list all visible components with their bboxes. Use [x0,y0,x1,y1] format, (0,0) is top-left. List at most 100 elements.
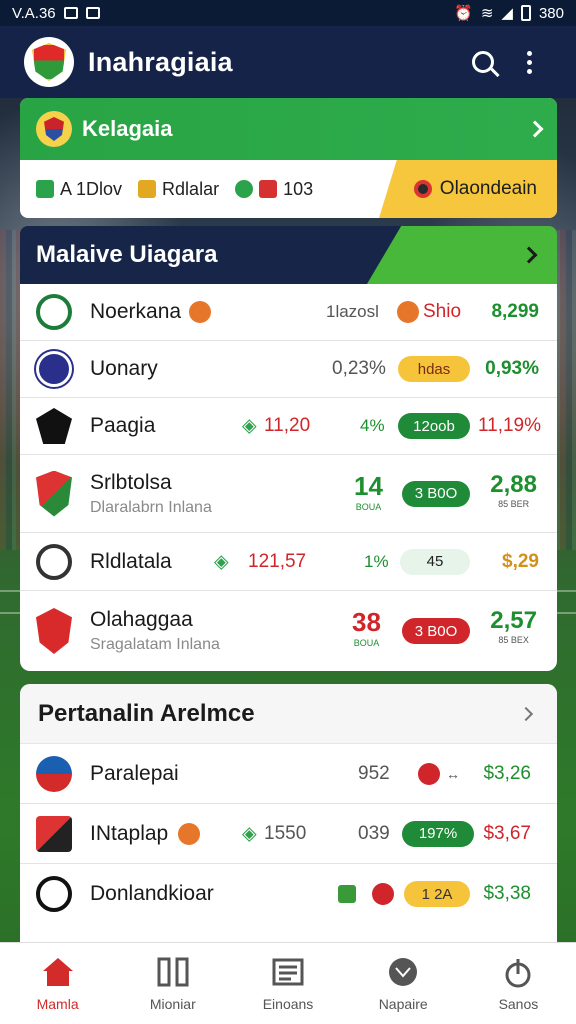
status-pill: 1 2A [404,881,470,907]
list-item[interactable]: Olahaggaa Sragalatam Inlana 38 BOUA 3 B0… [20,591,557,671]
row-stat: 11,20 [264,415,311,436]
ball-icon [372,883,394,905]
leaf-icon: ◈ [242,823,257,844]
battery-icon [520,5,531,21]
alarm-icon: ⏰ [454,5,473,22]
team-name: Uonary [90,357,158,380]
leaf-icon [338,885,356,903]
list-item[interactable]: Srlbtolsa Dlaralabrn Inlana 14 BOUA 3 B0… [20,455,557,533]
row-stat: 952 [358,762,390,784]
status-pill: 3 B0O [402,618,470,644]
team-name: Olahaggaa [90,608,193,631]
row-stat: 0,23% [332,358,386,379]
team-crest-icon [36,755,72,792]
notification-icon [63,7,78,19]
wifi-icon: ≋ [480,5,494,22]
section-title: Malaive Uiagara [36,241,218,268]
section-header[interactable]: Malaive Uiagara [20,226,557,284]
list-item[interactable]: INtaplap ◈ 1550 039 197% $3,67 [20,804,557,864]
standings-list: Noerkana 1lazosl Shio 8,299 Uonary 0,23%… [20,284,557,671]
featured-header[interactable]: Kelagaia [20,98,557,160]
nav-item-home[interactable]: Mamla [0,943,115,1024]
team-crest-icon [36,294,72,330]
status-pill: 12oob [398,413,470,439]
team-subtitle: Sragalatam Inlana [90,636,220,653]
team-name: Noerkana [90,300,182,323]
row-stat: 121,57 [248,550,307,572]
overflow-menu-button[interactable] [506,39,552,85]
team-crest-icon [36,408,72,444]
nav-item-news[interactable]: Einoans [230,943,345,1024]
team-crest-icon [36,876,72,912]
section-card: Pertanalin Arelmce Paralepai 952 ↔ $3,26… [20,684,557,984]
ball-icon [386,956,420,988]
row-value: $,29 [502,550,539,572]
list-item[interactable]: Uonary 0,23% hdas 0,93% [20,341,557,398]
row-value: 11,19% [477,415,541,436]
row-stat: 039 [358,822,390,844]
row-value: $3,67 [483,822,531,844]
status-time: V.A.36 [12,4,56,22]
row-value: $3,26 [483,762,531,784]
status-pill: 45 [400,548,470,575]
list-item[interactable]: Paagia ◈ 11,20 4% 12oob 11,19% [20,398,557,455]
featured-stat: 103 [235,179,313,200]
columns-icon [156,956,190,988]
search-button[interactable] [460,39,506,85]
home-icon [41,956,75,988]
ball-icon [418,762,440,785]
status-pill: 3 B0O [402,480,470,507]
team-badge-icon [189,301,212,323]
featured-stat: A 1Dlov [36,179,122,200]
notification-icon [85,7,100,19]
live-icon [413,180,432,198]
stat-icon [259,180,278,198]
team-crest-icon [36,470,72,517]
leaf-icon: ◈ [214,551,229,572]
battery-level: 380 [538,4,564,22]
team-name: Paralepai [90,761,179,785]
row-value: $3,38 [483,883,531,904]
team-name: Paagia [90,414,156,437]
chevron-right-icon [526,120,544,138]
bottom-navigation: Mamla Mioniar Einoans Napaire Sanos [0,942,576,1024]
row-stat: 4% [360,416,385,435]
team-name: Rldlatala [90,549,172,573]
team-badge-icon [178,822,201,845]
app-bar: Inahragiaia [0,26,576,98]
ball-icon [397,301,419,323]
featured-title: Kelagaia [82,116,173,141]
nav-item-matches[interactable]: Napaire [346,943,461,1024]
row-value: 8,299 [491,301,539,322]
news-icon [271,956,305,988]
nav-item-scores[interactable]: Sanos [461,943,576,1024]
team-crest-icon [36,543,72,580]
performance-list: Paralepai 952 ↔ $3,26 INtaplap ◈ 1550 03… [20,744,557,924]
stat-icon [235,180,254,198]
team-subtitle: Dlaralabrn Inlana [90,498,212,516]
team-name: Srlbtolsa [90,470,172,494]
status-pill: 197% [402,820,474,847]
list-item[interactable]: Donlandkioar 1 2A $3,38 [20,864,557,924]
list-item[interactable]: Paralepai 952 ↔ $3,26 [20,744,557,804]
list-item[interactable]: Noerkana 1lazosl Shio 8,299 [20,284,557,341]
featured-highlight[interactable]: Olaondeain [379,160,557,218]
featured-card[interactable]: Kelagaia A 1Dlov Rdlalar 103 Olaondeain [20,98,557,218]
stat-icon [138,180,157,198]
row-stat: Shio [423,301,462,322]
hand-icon [501,956,535,988]
row-stat: 1550 [264,822,307,844]
list-item[interactable]: Rldlatala ◈ 121,57 1% 45 $,29 [20,533,557,591]
signal-icon: ◢ [501,5,513,22]
row-value: 0,93% [485,358,539,379]
more-vert-icon [526,50,532,74]
section-header[interactable]: Pertanalin Arelmce [20,684,557,744]
score-block: 38 BOUA [352,607,381,648]
stat-icon [36,180,54,198]
team-crest-icon [36,815,72,852]
row-stat: 1lazosl [326,302,379,321]
score-block: 14 BOUA [354,471,383,512]
nav-item-monitor[interactable]: Mioniar [115,943,230,1024]
team-crest-icon [36,111,72,147]
value-block: 2,88 85 BER [490,471,537,509]
